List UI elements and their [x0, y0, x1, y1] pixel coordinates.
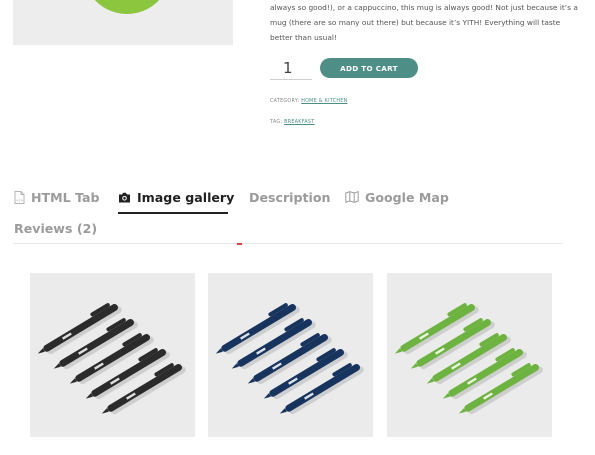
- product-image[interactable]: [13, 0, 233, 45]
- category-label: CATEGORY:: [270, 99, 300, 104]
- tab-description[interactable]: Description: [249, 189, 330, 205]
- active-tab-indicator: [118, 212, 228, 214]
- tab-image-gallery[interactable]: Image gallery: [118, 189, 234, 205]
- mug-image: [83, 0, 171, 14]
- camera-icon: [118, 192, 131, 203]
- tab-google-map-label: Google Map: [365, 189, 449, 205]
- gallery-image-blue-pens[interactable]: [208, 273, 373, 437]
- tab-description-label: Description: [249, 189, 331, 205]
- accent-mark: [237, 243, 242, 245]
- pens-illustration: [37, 303, 186, 415]
- tabs-divider: [13, 243, 562, 244]
- tab-reviews[interactable]: Reviews (2): [14, 220, 97, 236]
- gallery-image-black-pens[interactable]: [30, 273, 195, 437]
- tab-google-map[interactable]: Google Map: [345, 189, 449, 205]
- product-description: always so good!), or a cappuccino, this …: [270, 3, 578, 42]
- pens-illustration: [394, 303, 543, 415]
- tab-html-label: HTML Tab: [31, 189, 100, 205]
- product-tag: TAG: BREAKFAST: [270, 120, 314, 125]
- tab-html[interactable]: </> HTML Tab: [14, 189, 100, 205]
- quantity-field[interactable]: [270, 56, 312, 80]
- product-category: CATEGORY: HOME & KITCHEN: [270, 99, 348, 104]
- svg-text:</>: </>: [16, 198, 23, 202]
- gallery-image-green-pens[interactable]: [387, 273, 552, 437]
- document-icon: </>: [14, 190, 25, 204]
- tag-link[interactable]: BREAKFAST: [284, 120, 314, 125]
- tab-image-gallery-label: Image gallery: [137, 189, 235, 205]
- add-to-cart-button[interactable]: ADD TO CART: [320, 58, 418, 78]
- tag-label: TAG:: [270, 120, 283, 125]
- pens-illustration: [215, 303, 364, 415]
- map-icon: [345, 191, 359, 203]
- tab-reviews-label: Reviews (2): [14, 220, 98, 236]
- category-link[interactable]: HOME & KITCHEN: [301, 99, 347, 104]
